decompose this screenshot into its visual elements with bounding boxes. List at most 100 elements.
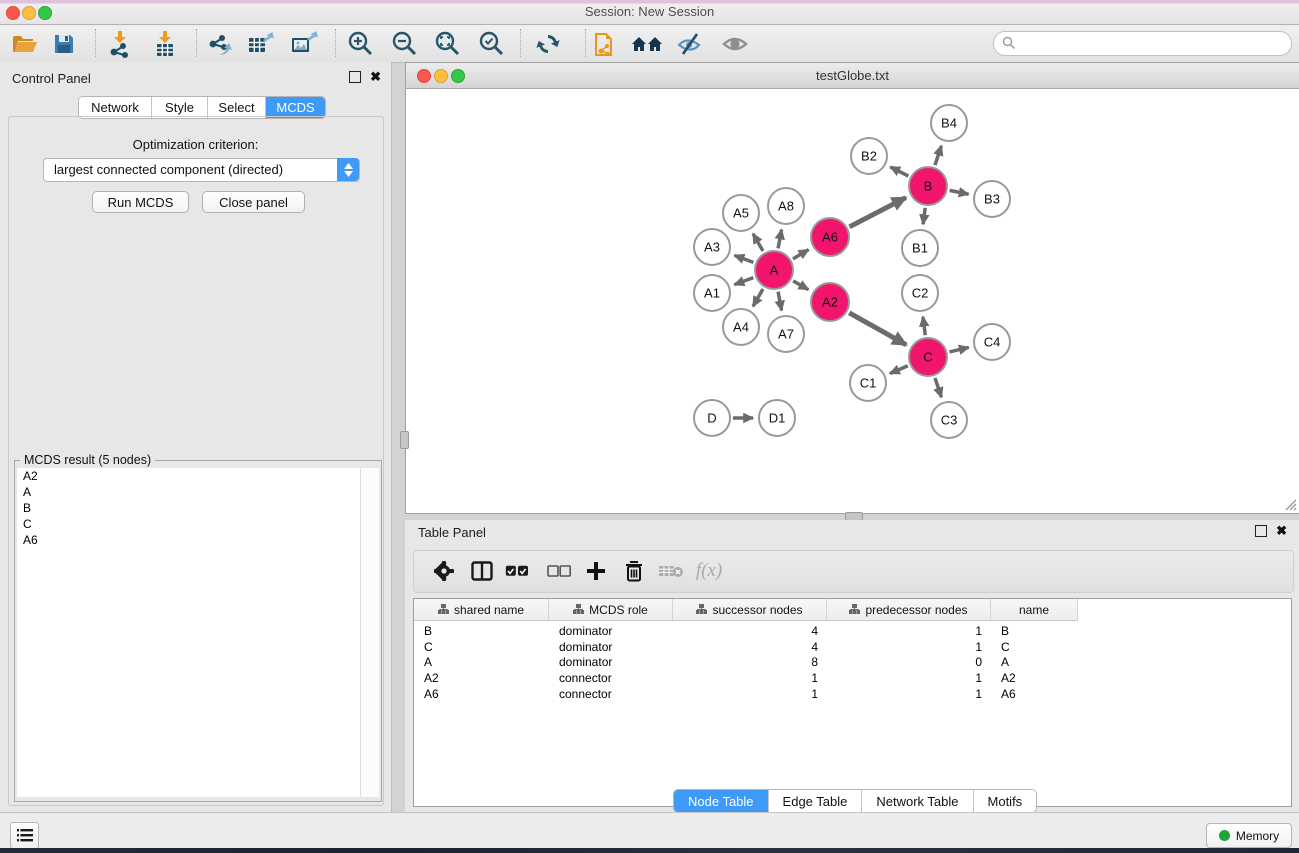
graph-edge-A2-C[interactable] xyxy=(849,313,906,345)
graph-node-A6[interactable]: A6 xyxy=(811,218,849,256)
first-neighbors-icon[interactable] xyxy=(629,27,665,60)
float-panel-icon[interactable] xyxy=(349,71,361,83)
network-window-titlebar[interactable]: testGlobe.txt xyxy=(406,63,1299,89)
graph-node-C4[interactable]: C4 xyxy=(974,324,1010,360)
tab-motifs[interactable]: Motifs xyxy=(974,790,1037,812)
graph-node-A4[interactable]: A4 xyxy=(723,309,759,345)
column-header-MCDS-role[interactable]: MCDS role xyxy=(549,599,673,621)
delete-columns-icon[interactable] xyxy=(617,555,651,587)
graph-edge-B-B3[interactable] xyxy=(950,190,969,194)
graph-node-B3[interactable]: B3 xyxy=(974,181,1010,217)
graph-node-B[interactable]: B xyxy=(909,167,947,205)
splitter-grip[interactable] xyxy=(400,431,409,449)
function-builder-icon[interactable]: f(x) xyxy=(692,555,726,587)
mcds-result-item[interactable]: C xyxy=(17,517,361,533)
graph-node-B2[interactable]: B2 xyxy=(851,138,887,174)
export-network-icon[interactable] xyxy=(201,27,237,60)
graph-node-C[interactable]: C xyxy=(909,338,947,376)
tab-network-table[interactable]: Network Table xyxy=(862,790,973,812)
delete-table-icon[interactable] xyxy=(654,555,688,587)
tab-edge-table[interactable]: Edge Table xyxy=(769,790,863,812)
resize-grip-icon[interactable] xyxy=(1283,497,1297,511)
mcds-result-scrollbar[interactable] xyxy=(360,468,379,797)
graph-node-B1[interactable]: B1 xyxy=(902,230,938,266)
graph-node-B4[interactable]: B4 xyxy=(931,105,967,141)
graph-edge-C-C1[interactable] xyxy=(890,366,908,374)
mcds-result-item[interactable]: A xyxy=(17,484,361,500)
graph-edge-C-C3[interactable] xyxy=(935,378,941,397)
close-panel-button[interactable]: Close panel xyxy=(202,191,305,213)
graph-node-C3[interactable]: C3 xyxy=(931,402,967,438)
mcds-result-list[interactable]: A2ABCA6 xyxy=(17,468,361,797)
graph-edge-B-B1[interactable] xyxy=(923,208,925,224)
optimization-select[interactable]: largest connected component (directed) xyxy=(43,158,360,182)
graph-node-A1[interactable]: A1 xyxy=(694,275,730,311)
table-row[interactable]: A6connector11A6 xyxy=(414,686,1078,702)
zoom-out-icon[interactable] xyxy=(387,27,423,60)
refresh-layout-icon[interactable] xyxy=(530,27,566,60)
export-table-icon[interactable] xyxy=(243,27,279,60)
column-header-name[interactable]: name xyxy=(991,599,1078,621)
task-history-button[interactable] xyxy=(10,822,39,849)
new-network-from-selection-icon[interactable] xyxy=(587,27,623,60)
table-row[interactable]: Cdominator41C xyxy=(414,639,1078,655)
graph-edge-C-C4[interactable] xyxy=(949,347,968,352)
network-canvas[interactable]: B4B2BB3A8A5A6A3B1AA1C2A2A4A7C4CC1C3DD1 xyxy=(406,89,1299,513)
graph-edge-C-C2[interactable] xyxy=(923,317,925,335)
graph-edge-A-A1[interactable] xyxy=(735,278,754,285)
import-network-icon[interactable] xyxy=(102,27,138,60)
tab-node-table[interactable]: Node Table xyxy=(674,790,769,812)
graph-edge-B-B4[interactable] xyxy=(935,146,941,165)
search-input[interactable] xyxy=(1020,33,1284,54)
graph-edge-A-A8[interactable] xyxy=(778,230,782,249)
run-mcds-button[interactable]: Run MCDS xyxy=(92,191,189,213)
graph-node-A5[interactable]: A5 xyxy=(723,195,759,231)
select-all-rows-icon[interactable] xyxy=(500,555,534,587)
deselect-all-rows-icon[interactable] xyxy=(542,555,576,587)
graph-edge-A-A7[interactable] xyxy=(778,292,782,311)
column-header-shared-name[interactable]: shared name xyxy=(414,599,549,621)
table-row[interactable]: Adominator80A xyxy=(414,654,1078,670)
graph-edge-A-A4[interactable] xyxy=(753,289,763,306)
column-header-predecessor-nodes[interactable]: predecessor nodes xyxy=(827,599,991,621)
graph-node-C2[interactable]: C2 xyxy=(902,275,938,311)
table-settings-icon[interactable] xyxy=(427,555,461,587)
add-column-icon[interactable] xyxy=(579,555,613,587)
mcds-result-item[interactable]: A2 xyxy=(17,468,361,484)
graph-edge-B-B2[interactable] xyxy=(890,167,908,176)
tab-style[interactable]: Style xyxy=(152,97,208,118)
close-panel-icon[interactable]: ✖ xyxy=(1276,526,1287,536)
graph-edge-A-A2[interactable] xyxy=(793,281,808,290)
tab-network[interactable]: Network xyxy=(79,97,152,118)
network-graph[interactable]: B4B2BB3A8A5A6A3B1AA1C2A2A4A7C4CC1C3DD1 xyxy=(406,89,1297,511)
show-all-icon[interactable] xyxy=(717,27,753,60)
graph-edge-A-A5[interactable] xyxy=(753,234,763,251)
search-field[interactable] xyxy=(993,31,1292,56)
graph-edge-A6-B[interactable] xyxy=(850,198,906,227)
save-session-icon[interactable] xyxy=(46,27,82,60)
mcds-result-item[interactable]: A6 xyxy=(17,533,361,549)
open-file-icon[interactable] xyxy=(6,27,42,60)
float-panel-icon[interactable] xyxy=(1255,525,1267,537)
hide-selected-icon[interactable] xyxy=(672,27,708,60)
graph-node-A[interactable]: A xyxy=(755,251,793,289)
graph-node-A8[interactable]: A8 xyxy=(768,188,804,224)
show-columns-icon[interactable] xyxy=(465,555,499,587)
table-row[interactable]: Bdominator41B xyxy=(414,623,1078,639)
graph-node-A7[interactable]: A7 xyxy=(768,316,804,352)
import-table-icon[interactable] xyxy=(147,27,183,60)
graph-node-D1[interactable]: D1 xyxy=(759,400,795,436)
graph-edge-A-A6[interactable] xyxy=(793,250,809,259)
close-panel-icon[interactable]: ✖ xyxy=(370,72,381,82)
tab-mcds[interactable]: MCDS xyxy=(266,97,325,118)
export-image-icon[interactable] xyxy=(286,27,322,60)
graph-edge-A-A3[interactable] xyxy=(735,255,754,262)
zoom-fit-icon[interactable] xyxy=(430,27,466,60)
graph-node-C1[interactable]: C1 xyxy=(850,365,886,401)
graph-node-A3[interactable]: A3 xyxy=(694,229,730,265)
memory-button[interactable]: Memory xyxy=(1206,823,1292,848)
column-header-successor-nodes[interactable]: successor nodes xyxy=(673,599,827,621)
mcds-result-item[interactable]: B xyxy=(17,500,361,516)
zoom-in-icon[interactable] xyxy=(343,27,379,60)
table-row[interactable]: A2connector11A2 xyxy=(414,670,1078,686)
